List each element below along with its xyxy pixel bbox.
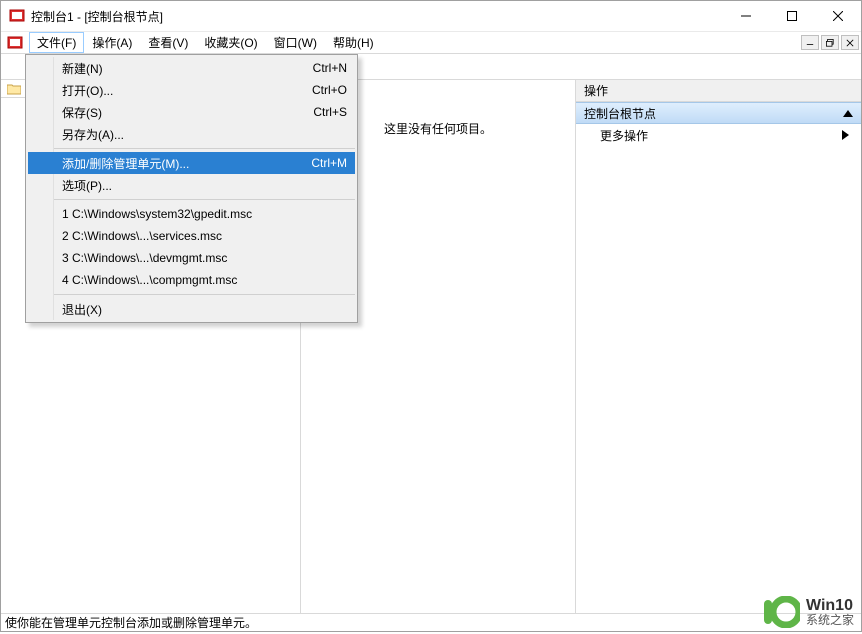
app-mmc-icon — [9, 8, 25, 24]
menu-item-accelerator: Ctrl+S — [313, 105, 347, 119]
menu-item-label: 1 C:\Windows\system32\gpedit.msc — [62, 207, 347, 221]
menu-item[interactable]: 打开(O)...Ctrl+O — [54, 79, 355, 101]
folder-icon — [7, 83, 21, 95]
menu-item-label: 4 C:\Windows\...\compmgmt.msc — [62, 273, 347, 287]
menu-item[interactable]: 保存(S)Ctrl+S — [54, 101, 355, 123]
menu-view[interactable]: 查看(V) — [140, 32, 196, 53]
menu-window[interactable]: 窗口(W) — [266, 32, 325, 53]
menu-separator — [54, 199, 355, 200]
watermark: Win10 系统之家 — [762, 596, 854, 628]
actions-more-label: 更多操作 — [600, 127, 648, 144]
menu-label: 查看(V) — [148, 34, 188, 51]
menu-item[interactable]: 添加/删除管理单元(M)...Ctrl+M — [28, 152, 355, 174]
menu-item[interactable]: 3 C:\Windows\...\devmgmt.msc — [54, 247, 355, 269]
menu-item-label: 添加/删除管理单元(M)... — [62, 155, 311, 172]
watermark-line2: 系统之家 — [806, 614, 854, 626]
menu-file[interactable]: 文件(F) — [29, 32, 84, 53]
menu-item-label: 打开(O)... — [62, 82, 312, 99]
statusbar: 使你能在管理单元控制台添加或删除管理单元。 — [1, 613, 861, 631]
menu-item-label: 退出(X) — [62, 301, 347, 318]
menu-item-label: 另存为(A)... — [62, 126, 347, 143]
menu-separator — [54, 148, 355, 149]
watermark-logo-icon — [762, 596, 800, 628]
actions-pane: 操作 控制台根节点 更多操作 — [575, 80, 861, 613]
mdi-restore-button[interactable] — [821, 35, 839, 50]
menu-item-label: 选项(P)... — [62, 177, 347, 194]
menu-item[interactable]: 退出(X) — [54, 298, 355, 320]
watermark-line1: Win10 — [806, 598, 854, 614]
file-menu-dropdown: 新建(N)Ctrl+N打开(O)...Ctrl+O保存(S)Ctrl+S另存为(… — [25, 54, 358, 323]
menu-item-label: 保存(S) — [62, 104, 313, 121]
menu-item[interactable]: 4 C:\Windows\...\compmgmt.msc — [54, 269, 355, 291]
mdi-minimize-button[interactable] — [801, 35, 819, 50]
menu-label: 操作(A) — [92, 34, 132, 51]
menu-item-label: 2 C:\Windows\...\services.msc — [62, 229, 347, 243]
collapse-icon — [843, 110, 853, 117]
menu-item[interactable]: 另存为(A)... — [54, 123, 355, 145]
menu-item-label: 3 C:\Windows\...\devmgmt.msc — [62, 251, 347, 265]
menu-label: 收藏夹(O) — [204, 34, 257, 51]
app-mmc-icon[interactable] — [7, 35, 23, 51]
menu-item[interactable]: 选项(P)... — [54, 174, 355, 196]
empty-text: 这里没有任何项目。 — [384, 120, 492, 137]
window-title: 控制台1 - [控制台根节点] — [31, 8, 723, 25]
menu-help[interactable]: 帮助(H) — [325, 32, 382, 53]
menu-separator — [54, 294, 355, 295]
titlebar: 控制台1 - [控制台根节点] — [1, 1, 861, 32]
actions-more[interactable]: 更多操作 — [576, 124, 861, 146]
maximize-button[interactable] — [769, 1, 815, 31]
menu-item[interactable]: 2 C:\Windows\...\services.msc — [54, 225, 355, 247]
menu-item-accelerator: Ctrl+O — [312, 83, 347, 97]
actions-section[interactable]: 控制台根节点 — [576, 102, 861, 124]
menu-label: 窗口(W) — [274, 34, 317, 51]
mdi-close-button[interactable] — [841, 35, 859, 50]
menu-item[interactable]: 1 C:\Windows\system32\gpedit.msc — [54, 203, 355, 225]
actions-section-label: 控制台根节点 — [584, 105, 656, 122]
close-button[interactable] — [815, 1, 861, 31]
watermark-text: Win10 系统之家 — [806, 598, 854, 626]
menu-item[interactable]: 新建(N)Ctrl+N — [54, 57, 355, 79]
menu-item-label: 新建(N) — [62, 60, 313, 77]
menu-label: 帮助(H) — [333, 34, 374, 51]
actions-header: 操作 — [576, 80, 861, 102]
menu-gutter — [28, 57, 54, 320]
menu-label: 文件(F) — [37, 34, 76, 51]
mdi-buttons — [799, 32, 861, 53]
menu-item-accelerator: Ctrl+M — [311, 156, 347, 170]
status-text: 使你能在管理单元控制台添加或删除管理单元。 — [5, 614, 257, 631]
menu-item-accelerator: Ctrl+N — [313, 61, 347, 75]
minimize-button[interactable] — [723, 1, 769, 31]
actions-header-label: 操作 — [584, 82, 608, 99]
menu-favorites[interactable]: 收藏夹(O) — [196, 32, 265, 53]
submenu-icon — [842, 130, 849, 140]
menu-action[interactable]: 操作(A) — [84, 32, 140, 53]
menubar: 文件(F) 操作(A) 查看(V) 收藏夹(O) 窗口(W) 帮助(H) — [1, 32, 861, 54]
